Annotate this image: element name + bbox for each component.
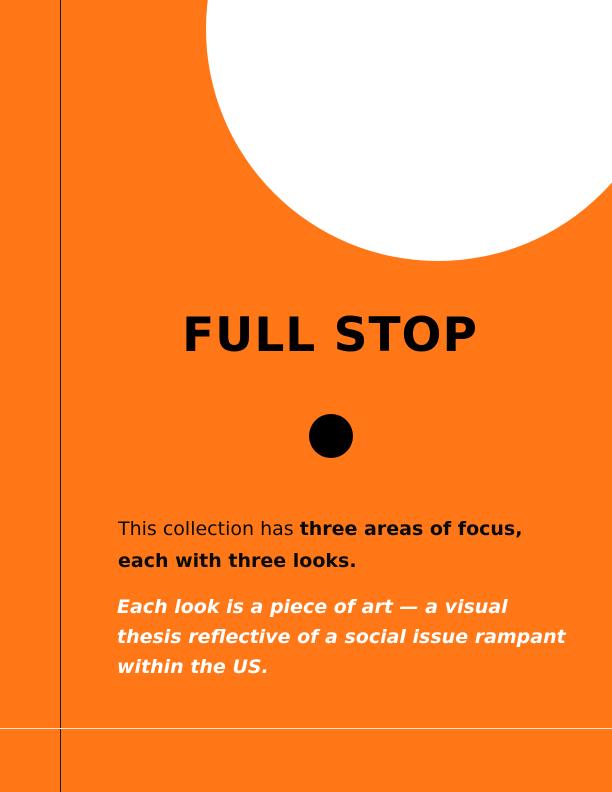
white-circle-decoration	[206, 0, 612, 261]
intro-paragraph: This collection has three areas of focus…	[118, 513, 538, 577]
thesis-statement: Each look is a piece of art — a visual t…	[117, 596, 566, 678]
vertical-guide-line	[60, 0, 61, 792]
page-title: FULL STOP	[182, 308, 478, 363]
horizontal-guide-line	[0, 728, 612, 729]
full-stop-dot-icon	[309, 414, 353, 458]
page: FULL STOP This collection has three area…	[0, 0, 612, 792]
intro-text: This collection has	[118, 518, 300, 540]
